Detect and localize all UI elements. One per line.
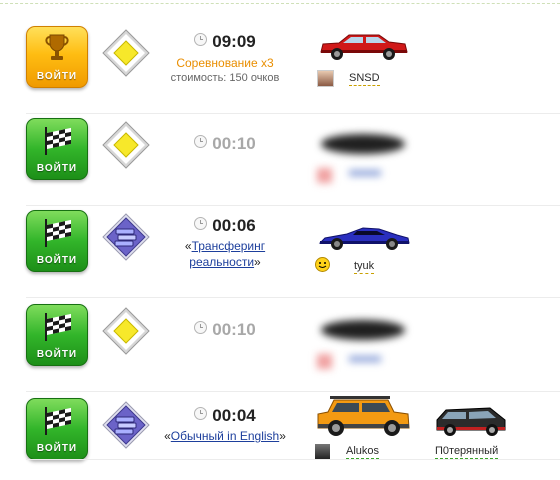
player-name-link[interactable]: SNSD (349, 72, 380, 86)
game-mode-link-continued[interactable]: реальности (189, 255, 254, 269)
quote-open: « (164, 429, 171, 443)
blurred-car (321, 134, 405, 154)
race-timer: 00:04 (212, 406, 256, 425)
clock-icon (194, 33, 208, 46)
race-timer: 00:10 (212, 320, 256, 339)
race-row: ВОЙТИ 00:06 «Трансферинг реальности» tyu… (0, 206, 560, 298)
enter-button[interactable]: ВОЙТИ (26, 118, 88, 180)
checkered-flag-icon (45, 313, 71, 341)
quote-close: » (254, 255, 261, 269)
books-icon (102, 401, 150, 449)
enter-button-label: ВОЙТИ (36, 443, 78, 454)
smiley-avatar-icon (315, 257, 330, 272)
race-row: ВОЙТИ 00:10 (0, 114, 560, 206)
race-info: 00:04 «Обычный in English» (150, 406, 300, 444)
race-row: ВОЙТИ 00:04 «Обычный in English» Alukos … (0, 378, 560, 470)
race-info: 00:06 «Трансферинг реальности» (150, 216, 300, 270)
entry-cost: стоимость: 150 очков (170, 72, 280, 84)
race-timer: 00:06 (212, 216, 256, 235)
road-sign-icon (102, 307, 150, 355)
enter-button[interactable]: ВОЙТИ (26, 304, 88, 366)
trophy-icon (45, 34, 69, 60)
player-name-link[interactable]: П0терянный (435, 445, 499, 459)
enter-button[interactable]: ВОЙТИ (26, 398, 88, 460)
player-avatar (317, 354, 332, 369)
enter-button-label: ВОЙТИ (36, 349, 78, 360)
orange-suv-car (317, 396, 410, 436)
game-mode-link[interactable]: Обычный in English (171, 429, 279, 443)
red-sedan-car (320, 34, 408, 60)
hidden-player-name (349, 356, 381, 362)
enter-button-label: ВОЙТИ (36, 255, 78, 266)
clock-icon (194, 407, 208, 420)
blue-sports-car (318, 227, 410, 250)
enter-button[interactable]: ВОЙТИ (26, 210, 88, 272)
blurred-car (321, 320, 405, 340)
checkered-flag-icon (45, 407, 71, 435)
hidden-player-name (349, 170, 381, 176)
books-icon (102, 213, 150, 261)
player-name-link[interactable]: tyuk (354, 260, 375, 274)
player-name-link[interactable]: Alukos (346, 445, 380, 459)
checkered-flag-icon (45, 219, 71, 247)
row-divider (26, 297, 560, 298)
competition-multiplier: x3 (260, 56, 274, 70)
road-sign-icon (102, 29, 150, 77)
enter-button-label: ВОЙТИ (36, 163, 78, 174)
race-info: 00:10 (150, 320, 300, 340)
dark-minivan-car (436, 407, 506, 436)
race-row: ВОЙТИ 09:09 Соревнование x3 стоимость: 1… (0, 22, 560, 114)
enter-button[interactable]: ВОЙТИ (26, 26, 88, 88)
row-divider (26, 459, 560, 460)
checkered-flag-icon (45, 127, 71, 155)
race-timer: 00:10 (212, 134, 256, 153)
clock-icon (194, 217, 208, 230)
player-avatar (317, 168, 332, 183)
top-divider (0, 3, 560, 4)
clock-icon (194, 321, 208, 334)
road-sign-icon (102, 121, 150, 169)
quote-open: « (184, 239, 192, 253)
race-info: 09:09 Соревнование x3 стоимость: 150 очк… (150, 32, 300, 85)
race-timer: 09:09 (212, 32, 256, 51)
player-avatar (315, 444, 330, 459)
race-info: 00:10 (150, 134, 300, 154)
player-avatar (317, 70, 334, 87)
competition-name: Соревнование (176, 56, 258, 70)
enter-button-label: ВОЙТИ (36, 71, 78, 82)
clock-icon (194, 135, 208, 148)
quote-close: » (279, 429, 286, 443)
game-mode-link[interactable]: Трансферинг (192, 239, 266, 253)
